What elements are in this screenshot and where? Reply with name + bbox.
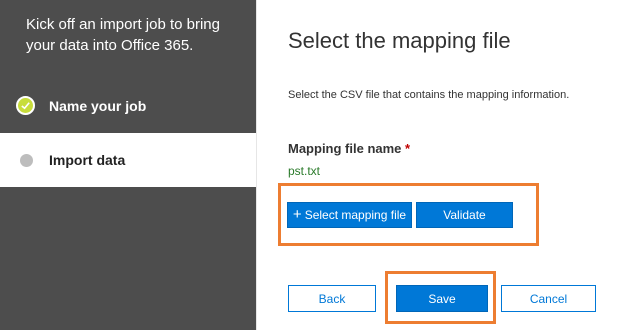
cancel-button-label: Cancel bbox=[529, 291, 568, 306]
field-label-text: Mapping file name bbox=[288, 141, 402, 156]
step-label: Name your job bbox=[49, 97, 147, 114]
back-button-label: Back bbox=[318, 291, 346, 306]
highlight-box-mapping-buttons bbox=[278, 183, 539, 246]
check-icon bbox=[16, 96, 35, 115]
page-title: Select the mapping file bbox=[288, 28, 511, 53]
step-name-your-job[interactable]: Name your job bbox=[0, 80, 256, 131]
step-dot-icon bbox=[20, 153, 33, 167]
panel-divider bbox=[256, 0, 257, 330]
step-label: Import data bbox=[49, 152, 126, 168]
mapping-file-label: Mapping file name * bbox=[288, 141, 410, 156]
sidebar-intro-text: Kick off an import job to bring your dat… bbox=[26, 16, 220, 54]
cancel-button[interactable]: Cancel bbox=[501, 285, 596, 312]
step-import-data[interactable]: Import data bbox=[0, 133, 256, 187]
page-description: Select the CSV file that contains the ma… bbox=[288, 89, 570, 101]
highlight-box-save bbox=[385, 271, 496, 324]
mapping-file-name: pst.txt bbox=[288, 164, 321, 178]
required-marker: * bbox=[405, 141, 411, 156]
wizard-sidebar: Kick off an import job to bring your dat… bbox=[0, 0, 256, 330]
back-button[interactable]: Back bbox=[288, 285, 376, 312]
